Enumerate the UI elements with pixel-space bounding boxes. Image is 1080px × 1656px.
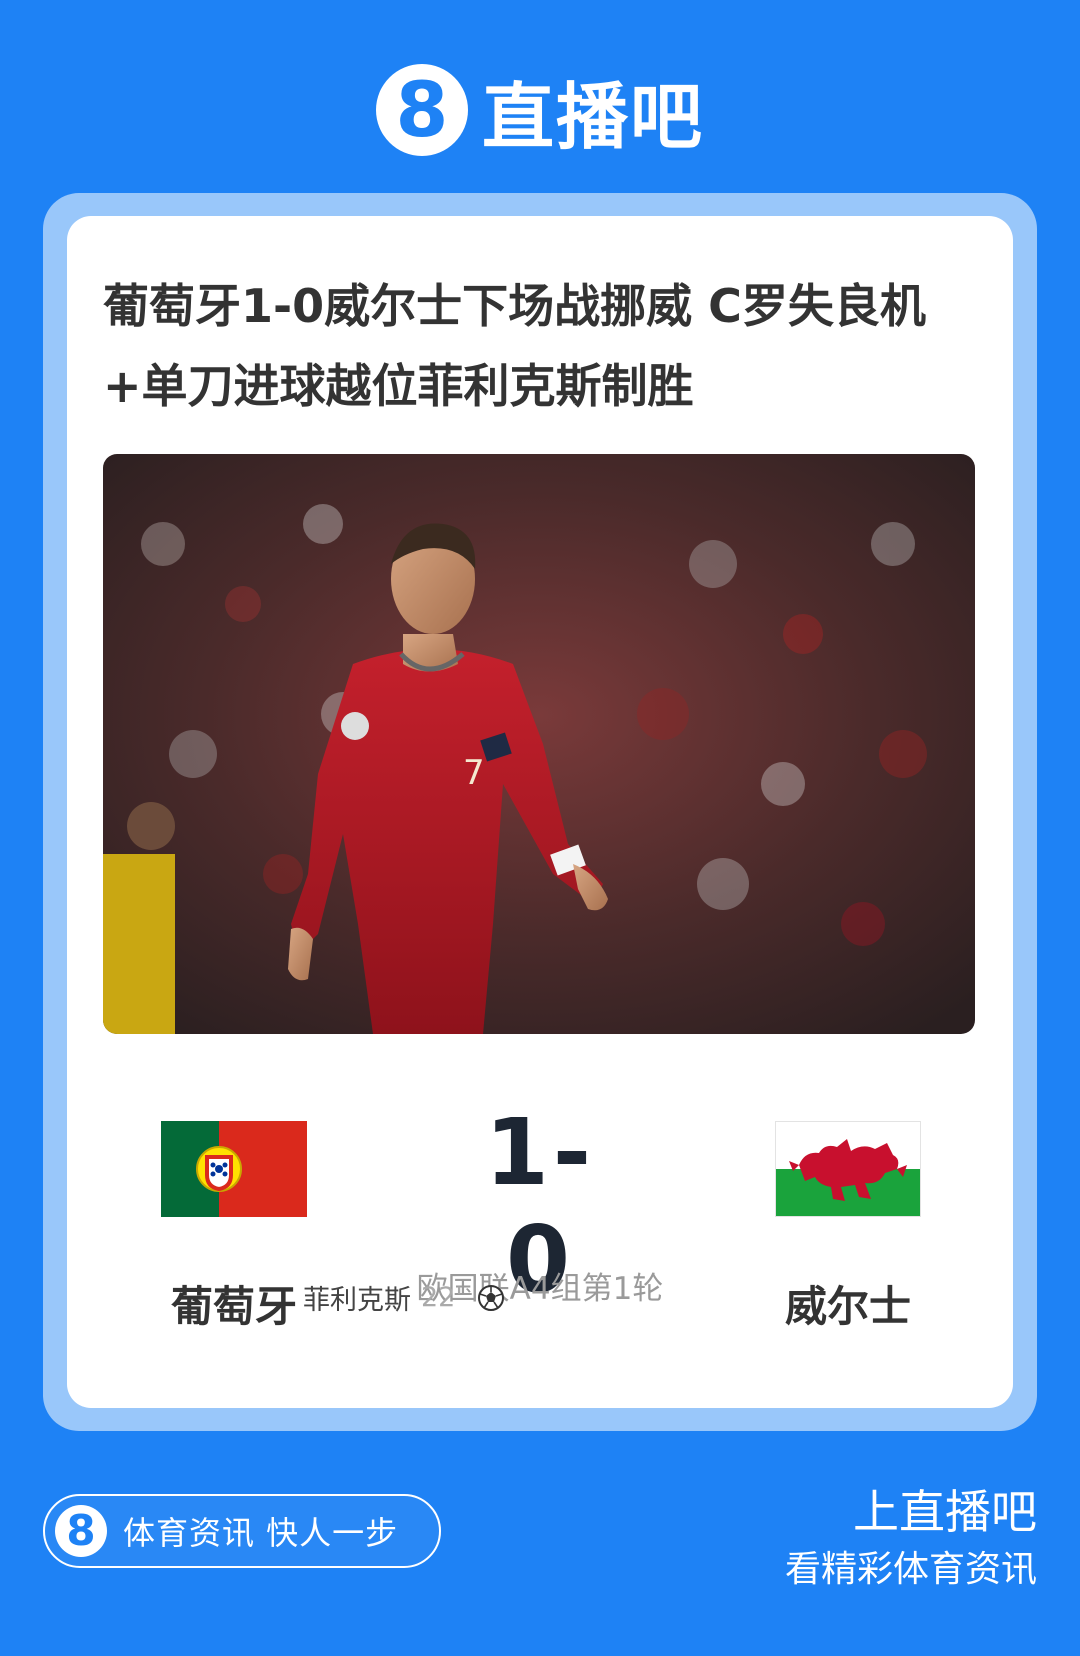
svg-text:7: 7 <box>463 753 485 793</box>
goal-minute: 22' <box>421 1282 463 1313</box>
goal-event: 菲利克斯 22' <box>303 1278 505 1317</box>
article-title[interactable]: 葡萄牙1-0威尔士下场战挪威 C罗失良机+单刀进球越位菲利克斯制胜 <box>103 266 983 426</box>
home-score: 1 <box>484 1099 553 1206</box>
away-team-name[interactable]: 威尔士 <box>741 1273 955 1334</box>
portugal-flag-icon <box>161 1121 307 1217</box>
header-logo: 8 直播吧 <box>0 60 1080 160</box>
slogan-text: 体育资讯 快人一步 <box>123 1514 399 1552</box>
brand-logo-icon: 8 <box>375 64 468 156</box>
news-card[interactable]: 葡萄牙1-0威尔士下场战挪威 C罗失良机+单刀进球越位菲利克斯制胜 7 1-0 … <box>67 216 1013 1408</box>
wales-flag-icon <box>775 1121 921 1217</box>
scorer-name: 菲利克斯 <box>303 1285 411 1316</box>
soccer-ball-icon <box>477 1284 504 1311</box>
article-photo[interactable]: 7 <box>103 454 975 1034</box>
score-separator: - <box>552 1099 596 1206</box>
match-scoreboard[interactable]: 1-0 葡萄牙 欧国联A4组第1轮 威尔士 <box>67 1081 1013 1361</box>
brand-logo-small-icon: 8 <box>55 1505 107 1557</box>
slogan-pill: 8 体育资讯 快人一步 <box>43 1494 441 1568</box>
brand-name: 直播吧 <box>481 74 704 159</box>
cta-subtitle: 看精彩体育资讯 <box>784 1549 1037 1590</box>
cta-title: 上直播吧 <box>853 1485 1037 1539</box>
